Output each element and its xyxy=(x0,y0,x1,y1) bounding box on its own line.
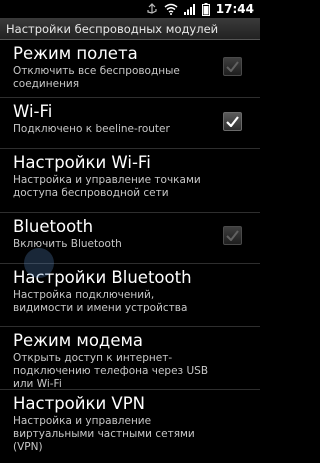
setting-wifi-settings[interactable]: Настройки Wi-Fi Настройка и управление т… xyxy=(0,149,260,213)
setting-airplane-mode[interactable]: Режим полета Отключить все беспроводные … xyxy=(0,40,260,98)
bluetooth-checkbox[interactable] xyxy=(223,226,242,245)
setting-title: Wi-Fi xyxy=(13,102,53,121)
setting-title: Режим полета xyxy=(13,44,138,63)
setting-tethering[interactable]: Режим модема Открыть доступ к интернет-п… xyxy=(0,327,260,390)
watermark-logo xyxy=(24,248,54,278)
status-bar: 17:44 xyxy=(0,0,260,18)
battery-icon xyxy=(201,2,210,16)
title-bar: Настройки беспроводных модулей xyxy=(0,18,260,40)
status-time: 17:44 xyxy=(215,2,254,16)
cell-signal-icon xyxy=(183,3,196,15)
setting-wifi[interactable]: Wi-Fi Подключено к beeline-router xyxy=(0,98,260,149)
setting-subtitle: Настройка и управление точками доступа б… xyxy=(13,174,201,199)
usb-debug-icon xyxy=(146,3,158,15)
page-title: Настройки беспроводных модулей xyxy=(6,21,219,36)
setting-subtitle: Отключить все беспроводные соединения xyxy=(13,65,180,90)
wifi-signal-icon xyxy=(164,3,178,15)
wifi-checkbox[interactable] xyxy=(223,112,242,131)
setting-subtitle: Настройка и управление виртуальными част… xyxy=(13,415,195,453)
setting-title: Настройки VPN xyxy=(13,394,146,413)
setting-subtitle: Настройка подключений, видимости и имени… xyxy=(13,289,188,314)
setting-vpn[interactable]: Настройки VPN Настройка и управление вир… xyxy=(0,390,260,460)
setting-title: Настройки Wi-Fi xyxy=(13,153,151,172)
setting-title: Режим модема xyxy=(13,331,144,350)
airplane-mode-checkbox[interactable] xyxy=(223,57,242,76)
setting-title: Bluetooth xyxy=(13,217,94,236)
setting-subtitle: Подключено к beeline-router xyxy=(13,123,170,135)
setting-subtitle: Открыть доступ к интернет-подключению те… xyxy=(13,352,209,390)
